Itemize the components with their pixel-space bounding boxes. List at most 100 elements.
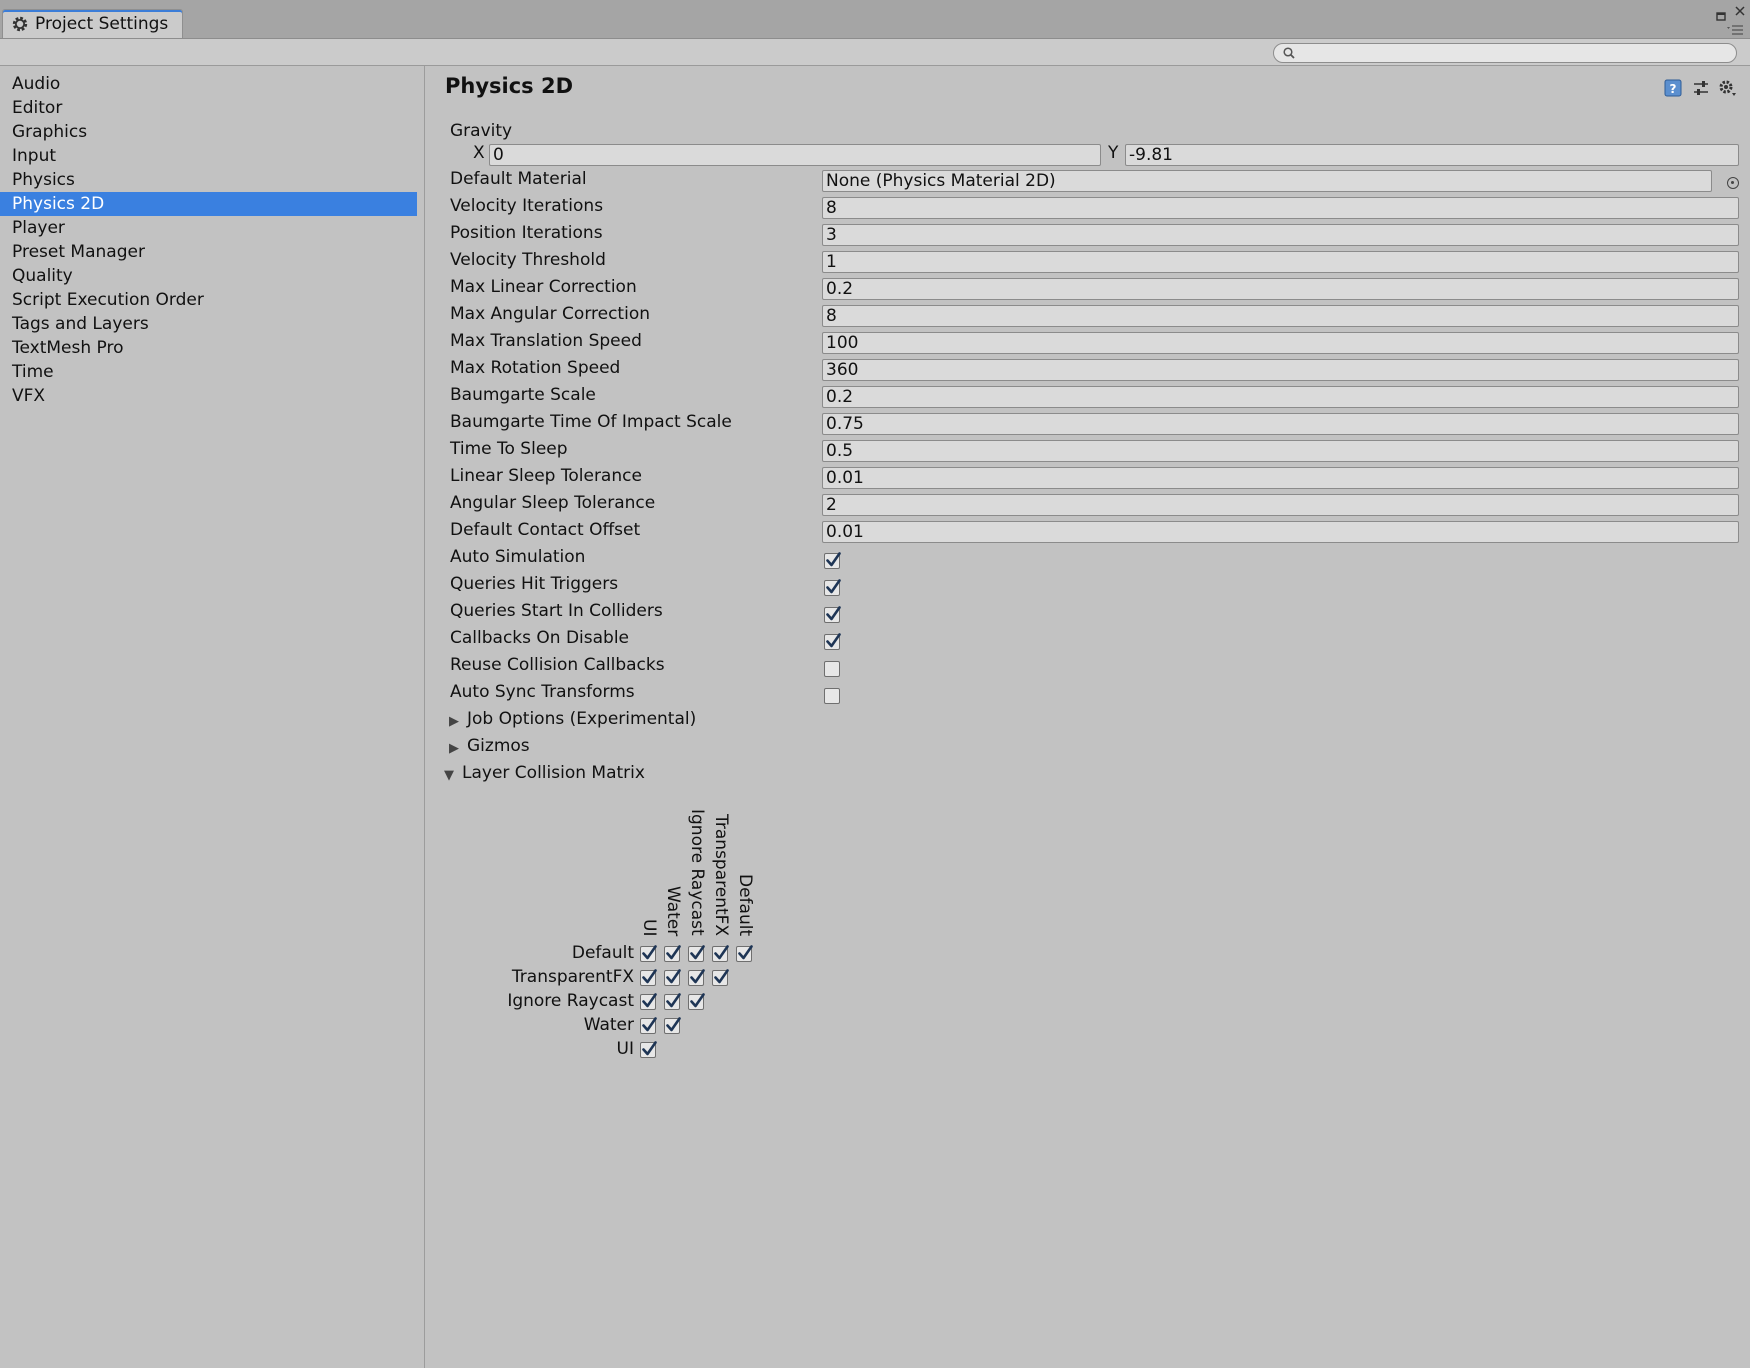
matrix-row-label: Water bbox=[583, 1015, 634, 1035]
gravity-x-field[interactable]: 0 bbox=[489, 144, 1101, 166]
auto-sync-transforms-checkbox[interactable] bbox=[824, 688, 840, 704]
queries-hit-triggers-checkbox[interactable] bbox=[824, 579, 841, 596]
baumgarte-scale-field[interactable]: 0.2 bbox=[822, 386, 1739, 408]
queries-start-in-colliders-checkbox[interactable] bbox=[824, 606, 841, 623]
maximize-button[interactable] bbox=[1716, 6, 1726, 26]
presets-icon[interactable] bbox=[1691, 78, 1711, 98]
velocity-threshold-field[interactable]: 1 bbox=[822, 251, 1739, 273]
gravity-x-label: X bbox=[473, 143, 485, 163]
reuse-collision-callbacks-checkbox[interactable] bbox=[824, 661, 840, 677]
search-field[interactable] bbox=[1273, 43, 1737, 63]
max-linear-correction-field[interactable]: 0.2 bbox=[822, 278, 1739, 300]
search-input[interactable] bbox=[1300, 45, 1736, 61]
max-translation-speed-label: Max Translation Speed bbox=[450, 331, 642, 351]
sidebar-item-audio[interactable]: Audio bbox=[0, 72, 417, 96]
matrix-column-label: TransparentFX bbox=[711, 814, 731, 937]
help-icon[interactable]: ? bbox=[1663, 78, 1683, 98]
time-to-sleep-label: Time To Sleep bbox=[450, 439, 568, 459]
checkmark-icon bbox=[642, 1017, 657, 1032]
baumgarte-toi-scale-field[interactable]: 0.75 bbox=[822, 413, 1739, 435]
auto-simulation-label: Auto Simulation bbox=[450, 547, 586, 567]
callbacks-on-disable-checkbox[interactable] bbox=[824, 633, 841, 650]
expanded-arrow-icon: ▼ bbox=[444, 768, 454, 783]
position-iterations-field[interactable]: 3 bbox=[822, 224, 1739, 246]
max-linear-correction-label: Max Linear Correction bbox=[450, 277, 637, 297]
sidebar-item-editor[interactable]: Editor bbox=[0, 96, 417, 120]
matrix-collision-checkbox[interactable] bbox=[664, 1017, 681, 1034]
object-picker-icon[interactable] bbox=[1727, 177, 1739, 189]
settings-gear-icon[interactable] bbox=[1717, 78, 1737, 98]
sidebar-item-tags-and-layers[interactable]: Tags and Layers bbox=[0, 312, 417, 336]
matrix-collision-checkbox[interactable] bbox=[688, 993, 705, 1010]
svg-text:?: ? bbox=[1670, 82, 1677, 96]
max-angular-correction-label: Max Angular Correction bbox=[450, 304, 650, 324]
checkmark-icon bbox=[642, 993, 657, 1008]
checkmark-icon bbox=[690, 945, 705, 960]
sidebar-item-time[interactable]: Time bbox=[0, 360, 417, 384]
sidebar-item-textmesh-pro[interactable]: TextMesh Pro bbox=[0, 336, 417, 360]
settings-cog-icon bbox=[12, 16, 28, 32]
matrix-collision-checkbox[interactable] bbox=[640, 969, 657, 986]
matrix-row-label: TransparentFX bbox=[511, 967, 634, 987]
matrix-collision-checkbox[interactable] bbox=[664, 969, 681, 986]
default-contact-offset-field[interactable]: 0.01 bbox=[822, 521, 1739, 543]
angular-sleep-tolerance-field[interactable]: 2 bbox=[822, 494, 1739, 516]
sidebar-item-script-execution-order[interactable]: Script Execution Order bbox=[0, 288, 417, 312]
matrix-collision-checkbox[interactable] bbox=[640, 1017, 657, 1034]
max-rotation-speed-field[interactable]: 360 bbox=[822, 359, 1739, 381]
matrix-collision-checkbox[interactable] bbox=[736, 945, 753, 962]
tab-title: Project Settings bbox=[35, 14, 169, 34]
angular-sleep-tolerance-label: Angular Sleep Tolerance bbox=[450, 493, 656, 513]
matrix-collision-checkbox[interactable] bbox=[640, 1041, 657, 1058]
checkmark-icon bbox=[826, 633, 841, 648]
default-material-label: Default Material bbox=[450, 169, 587, 189]
time-to-sleep-field[interactable]: 0.5 bbox=[822, 440, 1739, 462]
max-translation-speed-field[interactable]: 100 bbox=[822, 332, 1739, 354]
velocity-iterations-field[interactable]: 8 bbox=[822, 197, 1739, 219]
sidebar-item-input[interactable]: Input bbox=[0, 144, 417, 168]
sidebar-item-physics[interactable]: Physics bbox=[0, 168, 417, 192]
checkmark-icon bbox=[714, 945, 729, 960]
matrix-collision-checkbox[interactable] bbox=[712, 945, 729, 962]
matrix-collision-checkbox[interactable] bbox=[664, 993, 681, 1010]
matrix-collision-checkbox[interactable] bbox=[640, 993, 657, 1010]
matrix-collision-checkbox[interactable] bbox=[712, 969, 729, 986]
close-button[interactable] bbox=[1734, 2, 1746, 22]
auto-sync-transforms-label: Auto Sync Transforms bbox=[450, 682, 635, 702]
checkmark-icon bbox=[666, 945, 681, 960]
max-rotation-speed-label: Max Rotation Speed bbox=[450, 358, 621, 378]
matrix-collision-checkbox[interactable] bbox=[688, 969, 705, 986]
checkmark-icon bbox=[642, 969, 657, 984]
sidebar-item-quality[interactable]: Quality bbox=[0, 264, 417, 288]
checkmark-icon bbox=[642, 1041, 657, 1056]
sidebar-item-preset-manager[interactable]: Preset Manager bbox=[0, 240, 417, 264]
matrix-row-label: Default bbox=[571, 943, 634, 963]
gravity-y-field[interactable]: -9.81 bbox=[1125, 144, 1739, 166]
max-angular-correction-field[interactable]: 8 bbox=[822, 305, 1739, 327]
matrix-collision-checkbox[interactable] bbox=[688, 945, 705, 962]
checkmark-icon bbox=[690, 993, 705, 1008]
sidebar-item-player[interactable]: Player bbox=[0, 216, 417, 240]
window-titlebar: Project Settings bbox=[0, 0, 1750, 39]
menu-lines-icon bbox=[1727, 25, 1743, 35]
collapsed-arrow-icon: ▶ bbox=[449, 714, 459, 729]
default-contact-offset-label: Default Contact Offset bbox=[450, 520, 641, 540]
matrix-collision-checkbox[interactable] bbox=[640, 945, 657, 962]
project-settings-tab[interactable]: Project Settings bbox=[2, 9, 184, 38]
window-menu-button[interactable] bbox=[1726, 20, 1744, 40]
callbacks-on-disable-label: Callbacks On Disable bbox=[450, 628, 630, 648]
checkmark-icon bbox=[642, 945, 657, 960]
settings-toolbar bbox=[0, 39, 1750, 66]
checkmark-icon bbox=[666, 993, 681, 1008]
linear-sleep-tolerance-field[interactable]: 0.01 bbox=[822, 467, 1739, 489]
checkmark-icon bbox=[666, 969, 681, 984]
sidebar-item-vfx[interactable]: VFX bbox=[0, 384, 417, 408]
sidebar-item-physics-2d[interactable]: Physics 2D bbox=[0, 192, 417, 216]
sidebar-item-graphics[interactable]: Graphics bbox=[0, 120, 417, 144]
default-material-field[interactable]: None (Physics Material 2D) bbox=[822, 170, 1712, 192]
matrix-collision-checkbox[interactable] bbox=[664, 945, 681, 962]
matrix-column-label: Default bbox=[735, 874, 755, 937]
layer-collision-matrix-label: Layer Collision Matrix bbox=[462, 763, 645, 783]
auto-simulation-checkbox[interactable] bbox=[824, 552, 841, 569]
maximize-icon bbox=[1716, 12, 1726, 21]
